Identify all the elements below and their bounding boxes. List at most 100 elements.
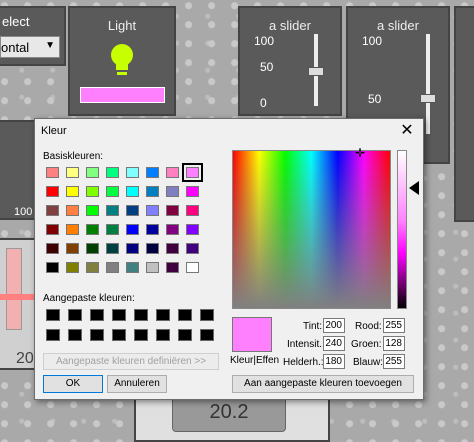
- basic-color-swatch[interactable]: [186, 243, 199, 254]
- basic-color-swatch[interactable]: [186, 224, 199, 235]
- basic-color-swatch[interactable]: [126, 224, 139, 235]
- basic-color-swatch[interactable]: [182, 163, 203, 182]
- select-label: elect: [2, 14, 30, 29]
- basic-color-swatch[interactable]: [126, 205, 139, 216]
- custom-color-swatch[interactable]: [156, 329, 170, 341]
- basic-color-swatch[interactable]: [106, 262, 119, 273]
- custom-color-swatch[interactable]: [200, 309, 214, 321]
- chevron-down-icon: ▼: [45, 40, 55, 51]
- basic-color-swatch[interactable]: [166, 224, 179, 235]
- custom-color-swatch[interactable]: [46, 329, 60, 341]
- basic-color-swatch[interactable]: [166, 262, 179, 273]
- basic-color-swatch[interactable]: [46, 205, 59, 216]
- color-preview: [232, 317, 272, 352]
- custom-color-swatch[interactable]: [90, 309, 104, 321]
- gauge-bar: [6, 248, 22, 330]
- custom-color-swatch[interactable]: [134, 309, 148, 321]
- basic-color-swatch[interactable]: [106, 243, 119, 254]
- left-gauge-panel: 20: [0, 238, 36, 370]
- basic-color-swatch[interactable]: [146, 262, 159, 273]
- basic-color-swatch[interactable]: [86, 205, 99, 216]
- basic-color-swatch[interactable]: [106, 186, 119, 197]
- light-title: Light: [107, 18, 137, 33]
- basic-color-swatch[interactable]: [186, 205, 199, 216]
- green-field[interactable]: 128: [383, 336, 405, 351]
- select-panel: elect ontal ▼: [0, 6, 66, 66]
- basic-colors-label: Basiskleuren:: [43, 151, 104, 162]
- luminance-arrow-icon[interactable]: [409, 181, 419, 195]
- basic-color-swatch[interactable]: [66, 224, 79, 235]
- basic-color-swatch[interactable]: [86, 224, 99, 235]
- custom-color-swatch[interactable]: [156, 309, 170, 321]
- color-spectrum[interactable]: [232, 150, 391, 309]
- basic-color-swatch[interactable]: [86, 186, 99, 197]
- basic-color-swatch[interactable]: [126, 167, 139, 178]
- basic-color-swatch[interactable]: [86, 167, 99, 178]
- basic-color-swatch[interactable]: [166, 186, 179, 197]
- basic-color-swatch[interactable]: [66, 262, 79, 273]
- basic-color-swatch[interactable]: [126, 243, 139, 254]
- scale-tick: 50: [260, 60, 274, 74]
- basic-color-swatch[interactable]: [186, 262, 199, 273]
- basic-color-swatch[interactable]: [106, 224, 119, 235]
- basic-color-swatch[interactable]: [66, 243, 79, 254]
- dropdown-value: ontal: [1, 40, 30, 55]
- luminance-bar[interactable]: [397, 150, 407, 309]
- slider-thumb[interactable]: [308, 67, 324, 76]
- basic-color-swatch[interactable]: [106, 167, 119, 178]
- blue-label: Blauw:: [353, 357, 384, 368]
- hue-label: Tint:: [303, 321, 323, 332]
- basic-color-swatch[interactable]: [166, 205, 179, 216]
- basic-color-swatch[interactable]: [46, 224, 59, 235]
- custom-color-swatch[interactable]: [68, 309, 82, 321]
- custom-color-swatch[interactable]: [46, 309, 60, 321]
- basic-color-swatch[interactable]: [166, 167, 179, 178]
- custom-color-swatch[interactable]: [90, 329, 104, 341]
- slider-title: a slider: [269, 18, 311, 33]
- red-field[interactable]: 255: [383, 318, 405, 333]
- basic-color-swatch[interactable]: [66, 167, 79, 178]
- basic-color-swatch[interactable]: [146, 186, 159, 197]
- preview-label: Kleur|Effen: [230, 355, 280, 366]
- custom-color-swatch[interactable]: [178, 309, 192, 321]
- hue-field[interactable]: 200: [323, 318, 345, 333]
- custom-color-swatch[interactable]: [134, 329, 148, 341]
- custom-color-swatch[interactable]: [178, 329, 192, 341]
- slider-track: [426, 34, 430, 134]
- basic-color-swatch[interactable]: [66, 186, 79, 197]
- basic-color-swatch[interactable]: [146, 167, 159, 178]
- saturation-field[interactable]: 240: [323, 336, 345, 351]
- light-color-bar: [80, 87, 165, 103]
- basic-color-swatch[interactable]: [86, 243, 99, 254]
- add-to-custom-colors-button[interactable]: Aan aangepaste kleuren toevoegen: [232, 375, 414, 393]
- basic-color-swatch[interactable]: [86, 262, 99, 273]
- ok-button[interactable]: OK: [43, 375, 103, 393]
- mode-dropdown[interactable]: ontal ▼: [0, 36, 60, 58]
- basic-color-swatch[interactable]: [46, 167, 59, 178]
- basic-color-swatch[interactable]: [146, 205, 159, 216]
- custom-color-swatch[interactable]: [200, 329, 214, 341]
- custom-color-swatch[interactable]: [112, 329, 126, 341]
- basic-color-swatch[interactable]: [146, 224, 159, 235]
- basic-color-swatch[interactable]: [186, 186, 199, 197]
- dialog-title: Kleur: [41, 125, 67, 137]
- basic-color-swatch[interactable]: [126, 262, 139, 273]
- blue-field[interactable]: 255: [383, 354, 405, 369]
- basic-color-swatch[interactable]: [66, 205, 79, 216]
- basic-color-swatch[interactable]: [146, 243, 159, 254]
- basic-color-swatch[interactable]: [46, 186, 59, 197]
- basic-color-swatch[interactable]: [166, 243, 179, 254]
- basic-color-swatch[interactable]: [126, 186, 139, 197]
- define-custom-colors-button[interactable]: Aangepaste kleuren definiëren >>: [43, 353, 219, 370]
- basic-color-swatch[interactable]: [46, 262, 59, 273]
- slider-thumb[interactable]: [420, 94, 436, 103]
- right-edge-panel: [454, 6, 474, 222]
- close-icon[interactable]: ✕: [397, 121, 417, 141]
- cancel-button[interactable]: Annuleren: [107, 375, 167, 393]
- custom-color-swatch[interactable]: [112, 309, 126, 321]
- luminance-field[interactable]: 180: [323, 354, 345, 369]
- custom-color-swatch[interactable]: [68, 329, 82, 341]
- red-label: Rood:: [355, 321, 382, 332]
- basic-color-swatch[interactable]: [106, 205, 119, 216]
- basic-color-swatch[interactable]: [46, 243, 59, 254]
